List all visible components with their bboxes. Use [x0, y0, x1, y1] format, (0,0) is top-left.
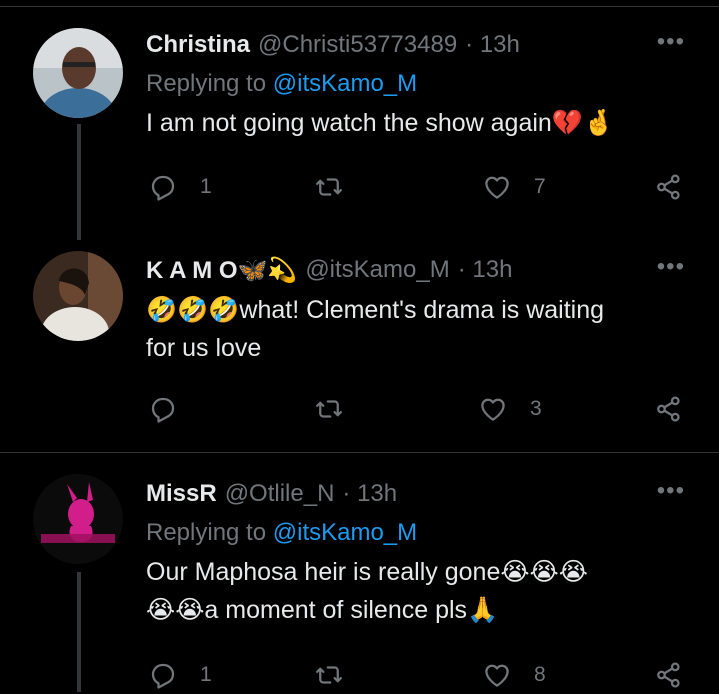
avatar-christina[interactable] — [33, 28, 123, 118]
author-name[interactable]: K A M O🦋💫 — [146, 256, 297, 285]
avatar-missr[interactable] — [33, 474, 123, 564]
tweet-kamo[interactable]: K A M O🦋💫 @itsKamo_M · 13h ••• 🤣🤣🤣what! … — [146, 253, 699, 367]
share-icon — [657, 396, 680, 422]
replying-to-handle[interactable]: @itsKamo_M — [273, 70, 417, 97]
like-count: 8 — [534, 663, 546, 686]
reply-icon — [151, 663, 175, 689]
tweet-text: I am not going watch the show again💔🤞 — [146, 104, 699, 142]
tweet-header: K A M O🦋💫 @itsKamo_M · 13h — [146, 255, 699, 285]
tweet-text: Our Maphosa heir is really gone😭😭😭 😭😭a m… — [146, 553, 699, 629]
author-name[interactable]: Christina — [146, 31, 250, 59]
avatar-kamo[interactable] — [33, 251, 123, 341]
more-icon[interactable]: ••• — [657, 28, 685, 56]
author-handle[interactable]: @Christi53773489 — [258, 31, 457, 59]
like-icon — [485, 664, 509, 687]
reply-button[interactable] — [148, 394, 200, 424]
replying-to-label: Replying to — [146, 70, 273, 97]
like-icon — [481, 398, 505, 421]
tweet-missr[interactable]: MissR @Otlile_N · 13h ••• Replying to @i… — [146, 477, 699, 629]
tweet-actions: 1 7 — [0, 172, 680, 206]
retweet-icon — [316, 400, 342, 418]
share-button[interactable] — [654, 394, 684, 424]
tweet-actions: 3 — [0, 394, 680, 428]
retweet-button[interactable] — [314, 172, 366, 202]
replying-to: Replying to @itsKamo_M — [146, 519, 699, 547]
reply-icon — [151, 175, 175, 201]
reply-count: 1 — [200, 175, 212, 198]
tweet-text-line: for us love — [146, 334, 262, 362]
retweet-button[interactable] — [314, 660, 366, 690]
replying-to-label: Replying to — [146, 519, 273, 546]
tweet-text-line: 🤣🤣🤣what! Clement's drama is waiting — [146, 296, 605, 324]
timestamp[interactable]: · 13h — [465, 31, 520, 59]
tweet-christina[interactable]: Christina @Christi53773489 · 13h ••• Rep… — [146, 28, 699, 142]
like-count: 7 — [534, 175, 546, 198]
like-button[interactable]: 8 — [482, 660, 546, 690]
reply-count: 1 — [200, 663, 212, 686]
like-count: 3 — [530, 397, 542, 420]
like-button[interactable]: 7 — [482, 172, 546, 202]
reply-button[interactable]: 1 — [148, 172, 212, 202]
divider — [0, 452, 719, 453]
timestamp[interactable]: · 13h — [458, 256, 513, 284]
tweet-text-line: 😭😭a moment of silence pls🙏 — [146, 596, 499, 624]
reply-button[interactable]: 1 — [148, 660, 212, 690]
replying-to-handle[interactable]: @itsKamo_M — [273, 519, 417, 546]
share-icon — [657, 174, 680, 200]
share-icon — [657, 662, 680, 688]
tweet-header: Christina @Christi53773489 · 13h — [146, 30, 699, 60]
share-button[interactable] — [654, 172, 684, 202]
like-button[interactable]: 3 — [478, 394, 542, 424]
retweet-icon — [316, 178, 342, 196]
top-divider — [0, 6, 719, 7]
tweet-text: 🤣🤣🤣what! Clement's drama is waiting for … — [146, 291, 699, 367]
tweet-header: MissR @Otlile_N · 13h — [146, 479, 699, 509]
like-icon — [485, 176, 509, 199]
timestamp[interactable]: · 13h — [342, 480, 397, 508]
author-handle[interactable]: @itsKamo_M — [305, 256, 449, 284]
author-handle[interactable]: @Otlile_N — [225, 480, 335, 508]
more-icon[interactable]: ••• — [657, 253, 685, 281]
retweet-button[interactable] — [314, 394, 366, 424]
reply-icon — [151, 397, 175, 423]
author-name[interactable]: MissR — [146, 480, 217, 508]
tweet-text-line: Our Maphosa heir is really gone😭😭😭 — [146, 558, 588, 586]
retweet-icon — [316, 666, 342, 684]
share-button[interactable] — [654, 660, 684, 690]
more-icon[interactable]: ••• — [657, 477, 685, 505]
tweet-actions: 1 8 — [0, 660, 680, 694]
replying-to: Replying to @itsKamo_M — [146, 70, 699, 98]
tweet-text-line: I am not going watch the show again💔🤞 — [146, 109, 615, 137]
